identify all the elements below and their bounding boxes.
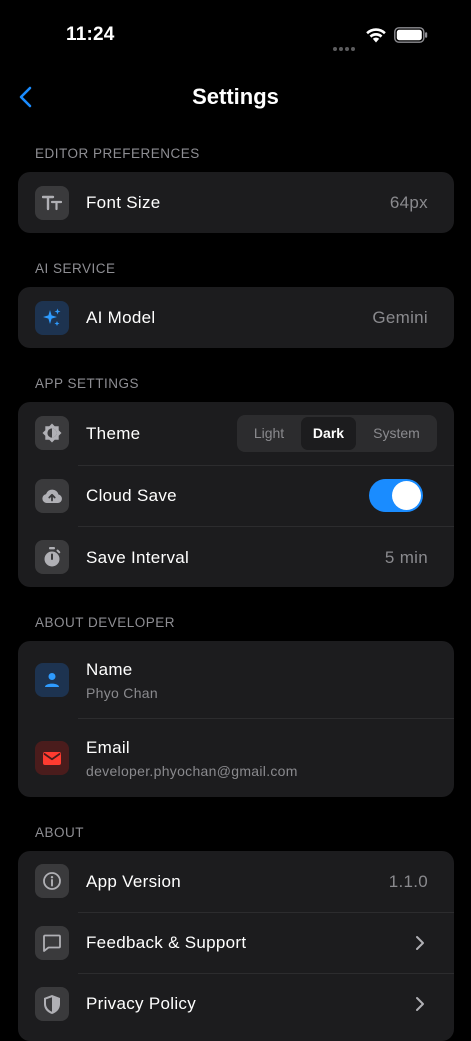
group-app-settings: Theme Light Dark System Cloud Save Save … bbox=[18, 402, 454, 587]
navigation-bar: Settings bbox=[0, 70, 471, 126]
theme-option-system[interactable]: System bbox=[358, 415, 435, 452]
group-developer: Name Phyo Chan Email developer.phyochan@… bbox=[18, 641, 454, 797]
row-app-version: App Version 1.1.0 bbox=[18, 851, 454, 912]
row-font-size[interactable]: Font Size 64px bbox=[18, 172, 454, 233]
privacy-policy-label: Privacy Policy bbox=[86, 994, 197, 1013]
chat-bubble-icon bbox=[35, 926, 69, 960]
save-interval-label: Save Interval bbox=[86, 548, 190, 567]
section-header-developer: ABOUT DEVELOPER bbox=[35, 615, 176, 630]
text-size-icon bbox=[35, 186, 69, 220]
cellular-signal-icon bbox=[333, 38, 357, 51]
theme-option-dark[interactable]: Dark bbox=[301, 417, 356, 450]
app-version-label: App Version bbox=[86, 872, 181, 891]
cloud-save-label: Cloud Save bbox=[86, 486, 177, 505]
font-size-value: 64px bbox=[389, 193, 428, 212]
section-header-about: ABOUT bbox=[35, 825, 85, 840]
theme-option-light[interactable]: Light bbox=[237, 415, 301, 452]
font-size-label: Font Size bbox=[86, 193, 161, 212]
page-title: Settings bbox=[192, 84, 279, 109]
row-save-interval[interactable]: Save Interval 5 min bbox=[18, 527, 454, 587]
section-header-ai: AI SERVICE bbox=[35, 261, 116, 276]
group-about: App Version 1.1.0 Feedback & Support Pri… bbox=[18, 851, 454, 1041]
theme-segmented-control: Light Dark System bbox=[237, 415, 437, 452]
person-icon bbox=[35, 663, 69, 697]
group-ai: AI Model Gemini bbox=[18, 287, 454, 348]
cloud-upload-icon bbox=[35, 479, 69, 513]
developer-name-value: Phyo Chan bbox=[86, 685, 158, 701]
battery-icon bbox=[394, 27, 428, 43]
row-ai-model[interactable]: AI Model Gemini bbox=[18, 287, 454, 348]
chevron-right-icon bbox=[416, 997, 424, 1011]
developer-email-label: Email bbox=[86, 738, 131, 757]
theme-label: Theme bbox=[86, 424, 141, 443]
save-interval-value: 5 min bbox=[384, 548, 428, 567]
feedback-support-label: Feedback & Support bbox=[86, 933, 247, 952]
row-developer-name: Name Phyo Chan bbox=[18, 641, 454, 718]
ai-model-value: Gemini bbox=[372, 308, 428, 327]
wifi-icon bbox=[366, 28, 386, 43]
stopwatch-icon bbox=[35, 540, 69, 574]
ai-model-label: AI Model bbox=[86, 308, 156, 327]
row-feedback-support[interactable]: Feedback & Support bbox=[18, 913, 454, 973]
status-time: 11:24 bbox=[66, 24, 115, 45]
row-theme: Theme Light Dark System bbox=[18, 402, 454, 465]
developer-name-label: Name bbox=[86, 660, 133, 679]
row-cloud-save: Cloud Save bbox=[18, 466, 454, 526]
developer-email-value: developer.phyochan@gmail.com bbox=[86, 763, 298, 779]
toggle-knob bbox=[392, 481, 421, 510]
section-header-editor: EDITOR PREFERENCES bbox=[35, 146, 200, 161]
status-bar: 11:24 bbox=[0, 0, 471, 70]
chevron-right-icon bbox=[416, 936, 424, 950]
mail-icon bbox=[35, 741, 69, 775]
shield-icon bbox=[35, 987, 69, 1021]
row-privacy-policy[interactable]: Privacy Policy bbox=[18, 974, 454, 1034]
section-header-app: APP SETTINGS bbox=[35, 376, 140, 391]
info-icon bbox=[35, 864, 69, 898]
group-editor: Font Size 64px bbox=[18, 172, 454, 233]
app-version-value: 1.1.0 bbox=[388, 872, 428, 891]
cloud-save-toggle[interactable] bbox=[369, 479, 423, 512]
brightness-icon bbox=[35, 416, 69, 450]
row-developer-email[interactable]: Email developer.phyochan@gmail.com bbox=[18, 719, 454, 797]
sparkles-icon bbox=[35, 301, 69, 335]
